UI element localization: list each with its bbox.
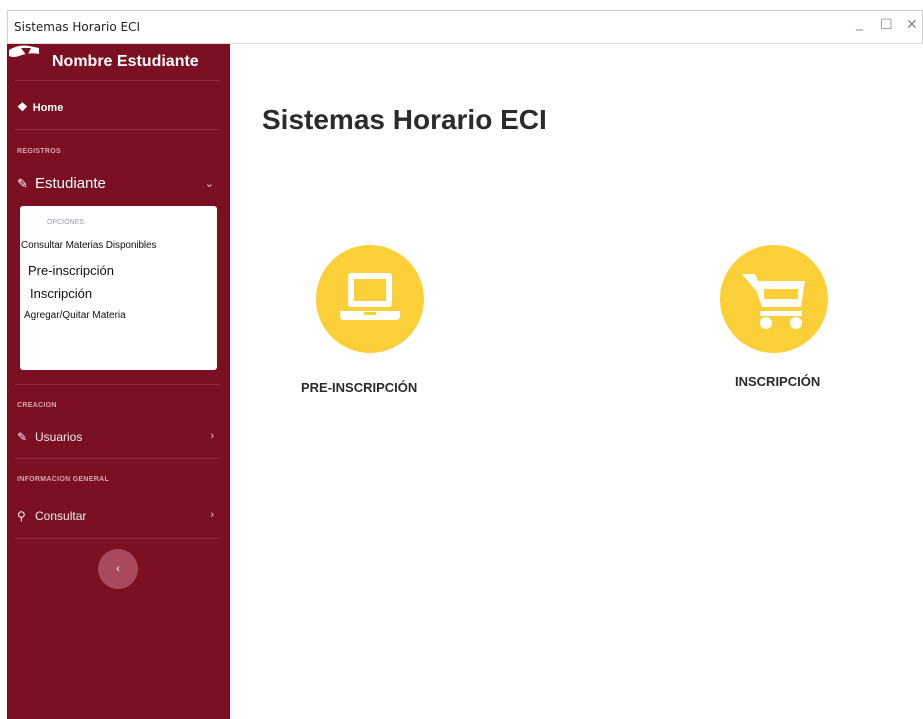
sidebar-item-home[interactable]: ❖ Home [17, 100, 63, 114]
submenu-item-agregar-quitar[interactable]: Agregar/Quitar Materia [24, 310, 126, 321]
minimize-button[interactable]: _ [856, 15, 863, 31]
home-icon: ❖ [17, 100, 28, 114]
edit-icon: ✎ [17, 430, 28, 444]
inscripcion-card-button[interactable] [720, 245, 828, 353]
window-title: Sistemas Horario ECI [14, 20, 140, 34]
page-title: Sistemas Horario ECI [262, 104, 547, 135]
section-label-informacion: INFORMACION GENERAL [17, 476, 110, 483]
window-titlebar: Sistemas Horario ECI _ ☐ ✕ [7, 10, 923, 44]
submenu-heading: OPCIONES: [47, 219, 86, 226]
divider [15, 384, 220, 385]
search-icon: ⚲ [17, 509, 26, 523]
chevron-right-icon: › [210, 430, 214, 442]
divider [15, 129, 220, 130]
laptop-icon [340, 273, 400, 320]
sidebar-item-label: Usuarios [35, 430, 83, 444]
sidebar-item-label: Home [32, 102, 64, 114]
submenu-item-pre-inscripcion[interactable]: Pre-inscripción [28, 263, 114, 278]
maximize-button[interactable]: ☐ [880, 17, 893, 33]
divider [15, 80, 220, 81]
close-button[interactable]: ✕ [906, 17, 918, 33]
divider [15, 458, 220, 459]
sidebar: Nombre Estudiante ❖ Home REGISTROS ✎ Estud… [7, 44, 230, 719]
divider [15, 538, 220, 539]
user-logo-icon [9, 45, 39, 57]
sidebar-collapse-button[interactable]: ‹ [98, 549, 138, 589]
sidebar-item-label: Consultar [35, 509, 87, 523]
submenu-item-consultar-materias[interactable]: Consultar Materias Disponibles [21, 240, 157, 251]
sidebar-item-consultar[interactable]: ⚲ Consultar › [17, 509, 222, 523]
shopping-cart-icon [742, 274, 805, 329]
sidebar-brand: Nombre Estudiante [7, 44, 230, 80]
estudiante-submenu: OPCIONES: Consultar Materias Disponibles… [20, 206, 217, 370]
pre-inscripcion-label[interactable]: PRE-INSCRIPCIÓN [301, 380, 417, 395]
sidebar-item-usuarios[interactable]: ✎ Usuarios › [17, 430, 222, 444]
section-label-registros: REGISTROS [17, 148, 61, 155]
inscripcion-label[interactable]: INSCRIPCIÓN [735, 374, 820, 389]
pre-inscripcion-card-button[interactable] [316, 245, 424, 353]
sidebar-item-label: Estudiante [35, 175, 106, 192]
chevron-down-icon: ⌄ [204, 178, 214, 190]
edit-icon: ✎ [17, 176, 28, 191]
user-name: Nombre Estudiante [52, 53, 199, 70]
sidebar-item-estudiante[interactable]: ✎ Estudiante ⌄ [17, 175, 222, 192]
submenu-item-inscripcion[interactable]: Inscripción [30, 286, 92, 301]
chevron-right-icon: › [210, 509, 214, 521]
section-label-creacion: CREACION [17, 402, 57, 409]
